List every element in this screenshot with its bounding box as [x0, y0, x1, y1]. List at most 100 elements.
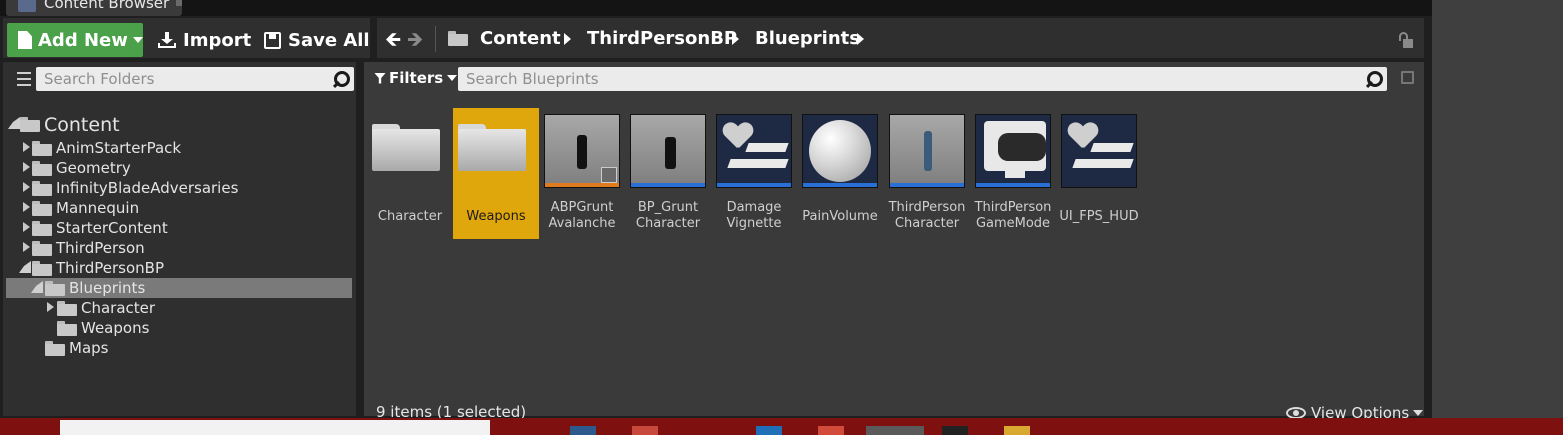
tree-item-thirdpersonbp[interactable]: ThirdPersonBP — [56, 259, 164, 277]
taskbar — [0, 418, 1563, 435]
add-new-button[interactable]: Add New — [7, 23, 143, 57]
save-all-button[interactable]: Save All — [264, 23, 370, 57]
tab-close-icon[interactable] — [176, 0, 182, 6]
search-icon[interactable] — [331, 70, 350, 88]
breadcrumb-thirdpersonbp[interactable]: ThirdPersonBP — [587, 28, 737, 49]
asset-label: ThirdPerson Character — [888, 200, 966, 231]
filters-button[interactable]: Filters — [374, 67, 458, 89]
taskbar-app-icon[interactable] — [632, 426, 658, 435]
character-figure — [665, 137, 676, 169]
save-search-icon[interactable] — [1401, 71, 1414, 84]
expand-arrow-icon[interactable] — [31, 281, 43, 293]
path-bar: 🡸 🡺 Content ThirdPersonBP Blueprints — [377, 18, 1424, 58]
tab-content-browser[interactable]: Content Browser — [6, 0, 182, 16]
breadcrumb-separator-icon[interactable] — [564, 33, 571, 45]
breadcrumb-separator-icon[interactable] — [857, 33, 864, 45]
breadcrumb-content[interactable]: Content — [480, 28, 561, 49]
widget-blueprint-thumbnail — [1061, 114, 1137, 188]
folder-tree-panel: Content AnimStarterPack Geometry Infinit… — [3, 62, 356, 416]
folder-icon — [45, 281, 65, 296]
anim-badge-icon — [601, 167, 617, 183]
lock-icon[interactable] — [1399, 32, 1413, 48]
search-icon[interactable] — [1364, 70, 1383, 88]
filters-label: Filters — [389, 69, 444, 87]
filter-icon — [374, 72, 386, 84]
asset-tile-thirdperson-character[interactable]: ThirdPerson Character — [884, 108, 970, 239]
folder-icon — [32, 141, 52, 156]
tree-item-content[interactable]: Content — [44, 114, 120, 136]
folder-icon — [32, 241, 52, 256]
tree-item-blueprints[interactable]: Blueprints — [69, 279, 145, 297]
chevron-down-icon — [447, 75, 458, 81]
asset-tile-abpgrunt-avalanche[interactable]: ABPGrunt Avalanche — [539, 108, 625, 239]
tree-item-weapons[interactable]: Weapons — [81, 319, 149, 337]
folder-icon — [45, 341, 65, 356]
widget-blueprint-thumbnail — [716, 114, 792, 188]
search-blueprints-field[interactable] — [458, 67, 1387, 91]
tree-item-animstarterpack[interactable]: AnimStarterPack — [56, 139, 181, 157]
forward-arrow-icon[interactable]: 🡺 — [407, 29, 423, 49]
collapsed-arrow-icon[interactable] — [23, 162, 30, 172]
tree-item-character[interactable]: Character — [81, 299, 155, 317]
asset-label: UI_FPS_HUD — [1059, 209, 1139, 224]
tree-item-startercontent[interactable]: StarterContent — [56, 219, 168, 237]
asset-tile-thirdperson-gamemode[interactable]: ThirdPerson GameMode — [970, 108, 1056, 239]
collapsed-arrow-icon[interactable] — [23, 242, 30, 252]
blueprint-thumbnail — [802, 114, 878, 188]
taskbar-app-icon[interactable] — [818, 426, 844, 435]
asset-tile-damage-vignette[interactable]: Damage Vignette — [711, 108, 797, 239]
asset-tile-ui-fps-hud[interactable]: UI_FPS_HUD — [1056, 108, 1142, 239]
asset-tile-bp-grunt-character[interactable]: BP_Grunt Character — [625, 108, 711, 239]
asset-label: Damage Vignette — [726, 200, 782, 231]
taskbar-app-icon[interactable] — [1004, 426, 1030, 435]
back-arrow-icon[interactable]: 🡸 — [385, 29, 401, 49]
search-folders-input[interactable] — [36, 67, 323, 91]
tree-item-mannequin[interactable]: Mannequin — [56, 199, 139, 217]
search-blueprints-input[interactable] — [458, 67, 1295, 91]
collapsed-arrow-icon[interactable] — [23, 222, 30, 232]
tree-item-infinitybladeadversaries[interactable]: InfinityBladeAdversaries — [56, 179, 238, 197]
collapsed-arrow-icon[interactable] — [47, 302, 54, 312]
tab-title: Content Browser — [44, 0, 170, 12]
collapsed-arrow-icon[interactable] — [23, 182, 30, 192]
collapsed-arrow-icon[interactable] — [23, 142, 30, 152]
tree-item-maps[interactable]: Maps — [69, 339, 108, 357]
folder-icon — [32, 181, 52, 196]
bar-shape — [1090, 143, 1134, 152]
tree-item-thirdperson[interactable]: ThirdPerson — [56, 239, 145, 257]
taskbar-app-icon[interactable] — [866, 426, 924, 435]
folder-icon — [458, 124, 526, 171]
search-folders-field[interactable] — [36, 67, 354, 91]
open-folder-icon[interactable] — [448, 31, 468, 46]
content-browser-icon — [18, 0, 36, 12]
divider — [435, 26, 436, 52]
sphere-shape — [809, 120, 871, 182]
new-file-icon — [18, 31, 32, 49]
asset-tile-painvolume[interactable]: PainVolume — [797, 108, 883, 239]
taskbar-app-icon[interactable] — [942, 426, 968, 435]
asset-tile-weapons[interactable]: Weapons — [453, 108, 539, 239]
taskbar-search-box[interactable] — [60, 420, 490, 435]
monitor-shape — [984, 121, 1046, 171]
tree-item-geometry[interactable]: Geometry — [56, 159, 131, 177]
bar-shape — [1072, 159, 1134, 168]
toggle-sources-icon[interactable] — [9, 69, 31, 89]
asset-label: ThirdPerson GameMode — [974, 200, 1052, 231]
folder-icon — [20, 117, 40, 132]
expand-arrow-icon[interactable] — [8, 117, 20, 129]
folder-icon — [57, 301, 77, 316]
content-browser-window: Add New Import Save All 🡸 🡺 Content Thir… — [0, 16, 1432, 422]
collapsed-arrow-icon[interactable] — [23, 202, 30, 212]
import-button[interactable]: Import — [158, 23, 251, 57]
right-panel-background — [1432, 0, 1563, 418]
taskbar-app-icon[interactable] — [756, 426, 782, 435]
breadcrumb-blueprints[interactable]: Blueprints — [755, 28, 860, 49]
anim-blueprint-thumbnail — [544, 114, 620, 188]
expand-arrow-icon[interactable] — [19, 261, 31, 273]
asset-tile-character[interactable]: Character — [367, 108, 453, 239]
character-figure — [577, 135, 587, 169]
taskbar-app-icon[interactable] — [570, 426, 596, 435]
breadcrumb-separator-icon[interactable] — [732, 33, 739, 45]
asset-label: Weapons — [466, 209, 526, 224]
import-icon — [158, 32, 176, 48]
